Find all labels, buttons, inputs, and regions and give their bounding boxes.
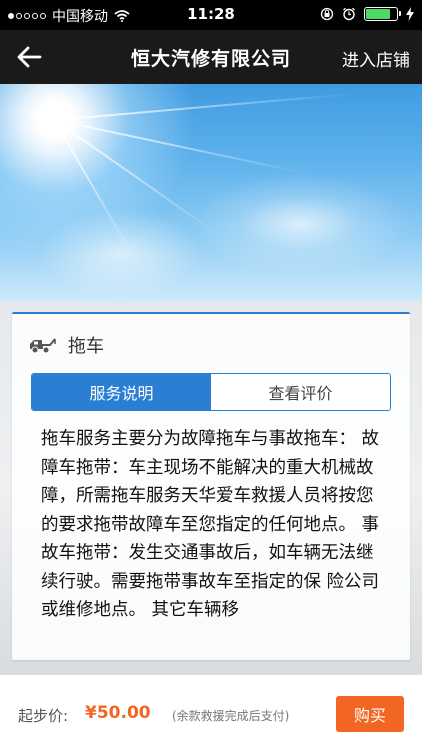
enter-store-button[interactable]: 进入店铺 bbox=[342, 46, 410, 71]
service-card: 拖车 服务说明 查看评价 拖车服务主要分为故障拖车与事故拖车： 故障车拖带：车主… bbox=[12, 312, 410, 660]
battery-icon bbox=[364, 7, 401, 21]
rotation-lock-icon bbox=[320, 7, 334, 21]
status-icons bbox=[320, 7, 414, 21]
navigation-bar: 恒大汽修有限公司 进入店铺 bbox=[0, 30, 422, 84]
alarm-clock-icon bbox=[343, 7, 355, 21]
banner-image bbox=[0, 84, 422, 302]
buy-button[interactable]: 购买 bbox=[336, 696, 404, 732]
service-name: 拖车 bbox=[68, 336, 104, 357]
starting-price: ¥50.00 bbox=[85, 703, 151, 723]
status-bar: 中国移动 11:28 bbox=[0, 0, 422, 30]
service-tabs: 服务说明 查看评价 bbox=[31, 373, 391, 411]
tab-view-reviews[interactable]: 查看评价 bbox=[211, 374, 390, 410]
payment-note: (余款救援完成后支付) bbox=[172, 709, 290, 723]
tow-truck-icon bbox=[30, 338, 56, 354]
starting-price-label: 起步价: bbox=[18, 707, 69, 725]
service-description: 拖车服务主要分为故障拖车与事故拖车： 故障车拖带：车主现场不能解决的重大机械故障… bbox=[41, 429, 380, 620]
charging-bolt-icon bbox=[406, 7, 414, 21]
tab-service-description[interactable]: 服务说明 bbox=[32, 374, 211, 410]
purchase-bar: 起步价: ¥50.00 (余款救援完成后支付) 购买 bbox=[0, 674, 422, 751]
service-header: 拖车 bbox=[28, 332, 104, 358]
